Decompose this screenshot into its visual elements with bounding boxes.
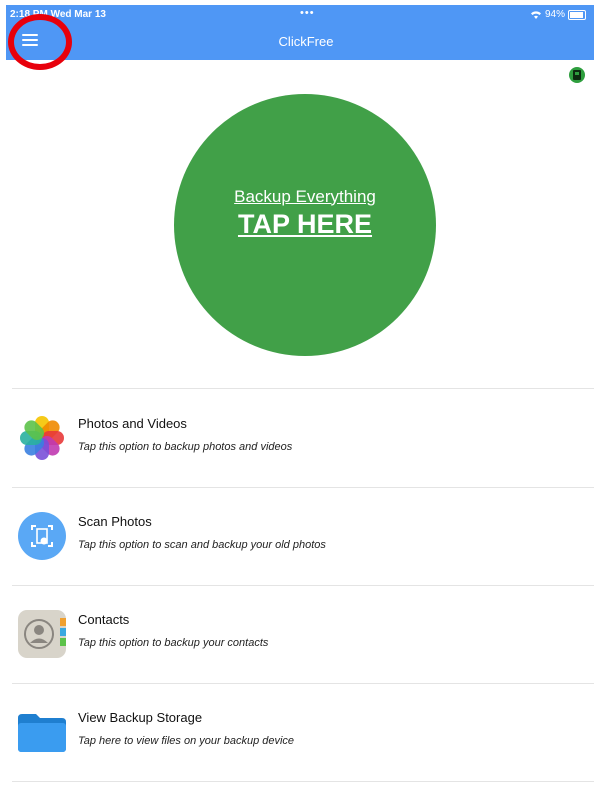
nav-bar: 2:18 PM Wed Mar 13 ••• 94% ClickFree bbox=[6, 5, 594, 60]
folder-icon bbox=[18, 708, 66, 756]
tap-here-label: TAP HERE bbox=[237, 208, 373, 239]
status-bar: 2:18 PM Wed Mar 13 ••• 94% bbox=[10, 7, 594, 21]
option-title: View Backup Storage bbox=[78, 710, 203, 725]
option-subtitle: Tap here to view files on your backup de… bbox=[78, 735, 295, 747]
option-subtitle: Tap this option to scan and backup your … bbox=[78, 539, 326, 551]
option-subtitle: Tap this option to backup photos and vid… bbox=[78, 441, 293, 453]
option-contacts[interactable]: Contacts Tap this option to backup your … bbox=[12, 586, 594, 683]
status-time: 2:18 PM Wed Mar 13 bbox=[10, 9, 106, 20]
backup-everything-label: Backup Everything bbox=[234, 186, 376, 206]
scan-photos-icon bbox=[18, 512, 66, 560]
option-view-backup-storage[interactable]: View Backup Storage Tap here to view fil… bbox=[12, 684, 594, 781]
save-icon[interactable] bbox=[569, 67, 585, 83]
status-right: 94% bbox=[530, 9, 586, 20]
photos-icon bbox=[18, 414, 66, 462]
divider bbox=[12, 388, 594, 389]
option-title: Scan Photos bbox=[78, 514, 152, 529]
option-subtitle: Tap this option to backup your contacts bbox=[78, 637, 269, 649]
battery-percent: 94% bbox=[544, 9, 565, 20]
multitask-dots[interactable]: ••• bbox=[300, 7, 315, 19]
page-title: ClickFree bbox=[278, 34, 334, 49]
option-title: Photos and Videos bbox=[78, 416, 187, 431]
divider bbox=[12, 781, 594, 782]
option-photos-videos[interactable]: Photos and Videos Tap this option to bac… bbox=[12, 390, 594, 487]
option-title: Contacts bbox=[78, 612, 130, 627]
battery-icon bbox=[568, 9, 586, 20]
hamburger-menu-icon[interactable] bbox=[22, 34, 38, 46]
contacts-icon bbox=[18, 610, 66, 658]
option-scan-photos[interactable]: Scan Photos Tap this option to scan and … bbox=[12, 488, 594, 585]
wifi-icon bbox=[530, 11, 541, 19]
backup-everything-button[interactable]: Backup Everything TAP HERE bbox=[174, 94, 436, 356]
